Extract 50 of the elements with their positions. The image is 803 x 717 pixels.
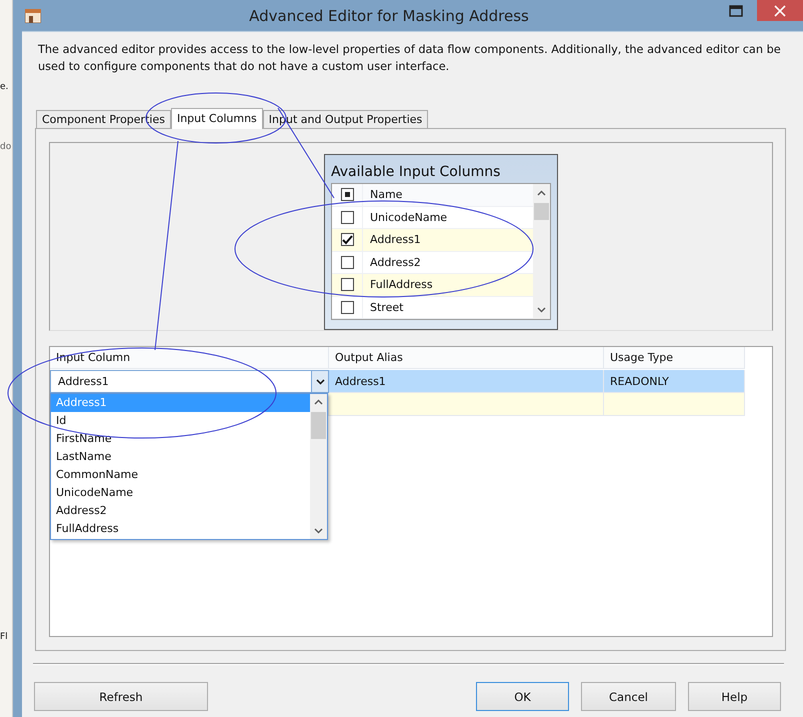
dialog-button[interactable]: OK <box>476 682 569 711</box>
tab[interactable]: Input Columns <box>170 108 263 129</box>
column-row[interactable]: FullAddress <box>332 274 533 296</box>
scrollbar-thumb[interactable] <box>534 203 549 220</box>
scroll-down-icon[interactable] <box>314 528 323 534</box>
background-window-text: do <box>0 142 12 152</box>
scrollbar[interactable] <box>533 184 550 319</box>
caret-icon <box>316 378 324 384</box>
scroll-up-icon[interactable] <box>314 399 323 405</box>
background-window-text: e. <box>0 82 8 92</box>
maximize-icon[interactable] <box>729 4 743 16</box>
scroll-up-icon[interactable] <box>537 190 546 196</box>
column-header: Input Column <box>50 347 329 369</box>
window-title: Advanced Editor for Masking Address <box>248 6 530 24</box>
scrollbar-thumb[interactable] <box>311 412 326 439</box>
dialog-button[interactable]: Help <box>688 682 781 711</box>
column-row[interactable]: Street <box>332 296 533 319</box>
dropdown-item[interactable]: UnicodeName <box>51 484 310 502</box>
dropdown-item[interactable]: CommonName <box>51 466 310 484</box>
panel-title: Available Input Columns <box>331 163 502 182</box>
dropdown-item[interactable]: Id <box>51 412 310 430</box>
scroll-down-icon[interactable] <box>537 307 546 313</box>
description-text: The advanced editor provides access to the low-level properties of data flow components. Additionally, the advanced editor can be used to configure components that do not have a custom user interface. <box>38 42 782 75</box>
dropdown-item[interactable]: LastName <box>51 448 310 466</box>
input-column-dropdown[interactable]: Address1 <box>50 370 329 393</box>
column-row[interactable]: UnicodeName <box>332 206 533 229</box>
dialog-button[interactable]: Refresh <box>34 682 208 711</box>
table-cell: Address1 <box>329 370 604 393</box>
checkbox[interactable] <box>340 233 354 246</box>
close-icon <box>774 4 786 16</box>
checkbox[interactable] <box>340 300 354 314</box>
grid-row[interactable]: Address1 Address1 READONLY <box>50 370 772 393</box>
dropdown-item[interactable]: Address2 <box>51 502 310 520</box>
column-header: Usage Type <box>604 347 745 369</box>
checkbox[interactable] <box>340 210 354 224</box>
scrollbar[interactable] <box>310 394 327 539</box>
dropdown-item[interactable]: FirstName <box>51 430 310 448</box>
checkbox[interactable] <box>340 256 354 269</box>
column-row[interactable]: Address1 <box>332 229 533 252</box>
column-row[interactable]: Address2 <box>332 252 533 274</box>
dropdown-item[interactable]: FullAddress <box>51 520 310 538</box>
checkbox[interactable] <box>340 278 354 292</box>
table-cell: READONLY <box>604 370 745 393</box>
background-window-text: Fl <box>0 632 8 642</box>
close-button[interactable] <box>757 0 803 21</box>
dialog-button[interactable]: Cancel <box>581 682 676 711</box>
column-header: Output Alias <box>329 347 604 369</box>
app-icon <box>25 8 41 22</box>
column-header: Name <box>369 188 402 202</box>
checkbox[interactable] <box>340 188 354 202</box>
